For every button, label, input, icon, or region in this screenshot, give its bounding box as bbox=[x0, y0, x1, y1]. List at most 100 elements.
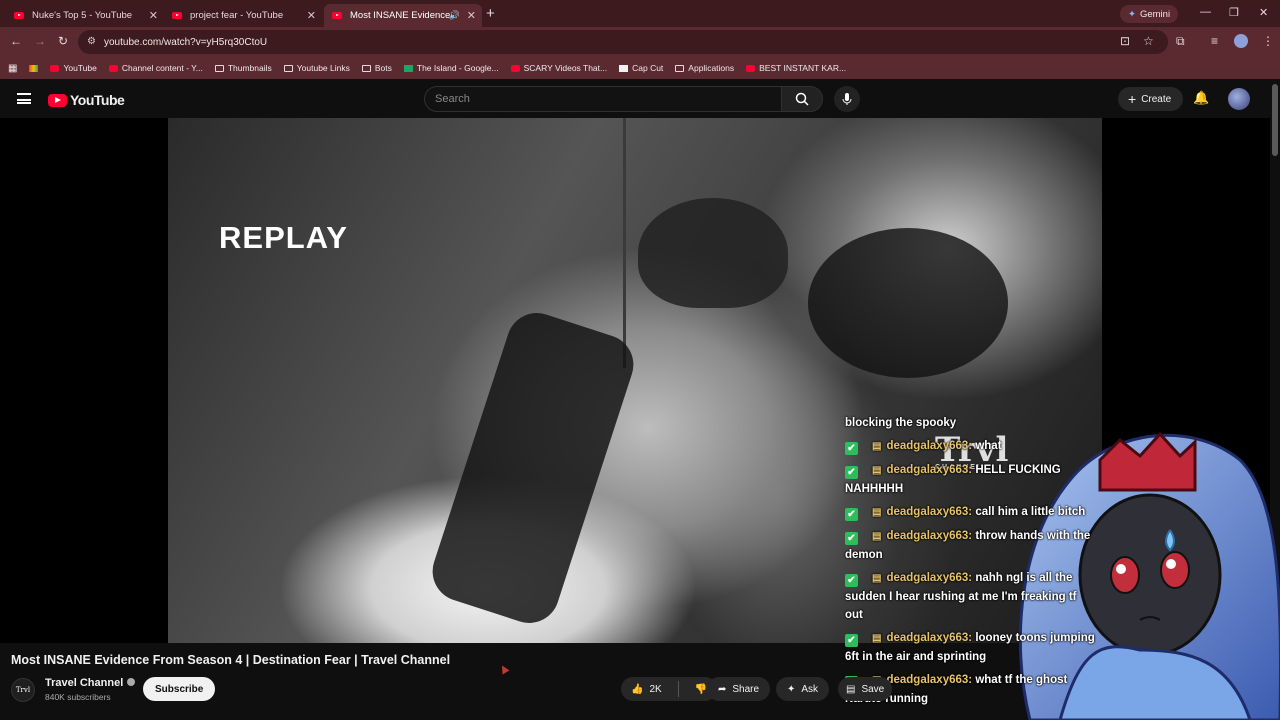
capcut-icon bbox=[619, 64, 629, 72]
extensions-icon[interactable]: ⧉ bbox=[1176, 34, 1185, 49]
search-button[interactable] bbox=[781, 86, 823, 112]
tab-title: Most INSANE Evidence Fro bbox=[350, 10, 450, 21]
chat-username: deadgalaxy663: bbox=[886, 572, 973, 584]
back-icon[interactable]: ← bbox=[10, 34, 22, 48]
gemini-button[interactable]: ✦ Gemini bbox=[1120, 5, 1179, 23]
bookmark-label: SCARY Videos That... bbox=[523, 63, 608, 73]
search-icon bbox=[795, 92, 809, 106]
install-app-icon[interactable]: ⊡ bbox=[1120, 34, 1130, 48]
subscribe-button[interactable]: Subscribe bbox=[143, 677, 216, 701]
chat-badge-icon: ▤ bbox=[872, 573, 882, 584]
profile-avatar-icon[interactable] bbox=[1234, 34, 1248, 48]
close-tab-icon[interactable]: ✕ bbox=[307, 9, 316, 22]
bookmark-youtube-links[interactable]: Youtube Links bbox=[283, 63, 350, 73]
verified-badge-icon bbox=[127, 678, 136, 686]
voice-search-button[interactable] bbox=[834, 86, 860, 112]
search-placeholder: Search bbox=[435, 93, 470, 105]
bookmark-gmail[interactable] bbox=[29, 64, 39, 72]
like-button[interactable]: 👍 2K bbox=[621, 677, 672, 701]
tab-search-icon[interactable]: ≡ bbox=[1211, 34, 1218, 48]
channel-avatar[interactable]: Trvl bbox=[11, 678, 35, 702]
save-button[interactable]: ▤ Save bbox=[838, 677, 893, 701]
close-tab-icon[interactable]: ✕ bbox=[467, 9, 476, 22]
close-tab-icon[interactable]: ✕ bbox=[149, 9, 158, 22]
tab-project-fear[interactable]: project fear - YouTube ✕ bbox=[164, 4, 322, 27]
chat-text: blocking the spooky bbox=[845, 417, 957, 429]
bookmarks-bar: ▦ YouTube Channel content - Y... Thumbna… bbox=[0, 57, 1280, 79]
bookmark-applications[interactable]: Applications bbox=[675, 63, 734, 73]
bookmark-label: Applications bbox=[688, 63, 735, 73]
close-window-icon[interactable]: ✕ bbox=[1259, 6, 1268, 19]
tab-nukes-top-5[interactable]: Nuke's Top 5 - YouTube ✕ bbox=[6, 4, 164, 27]
address-bar[interactable]: ⚙ youtube.com/watch?v=yH5rq30CtoU bbox=[78, 30, 1168, 54]
bookmark-the-island[interactable]: The Island - Google... bbox=[403, 63, 499, 73]
checkmark-icon: ✔ bbox=[845, 574, 858, 587]
youtube-play-logo-icon bbox=[48, 93, 67, 107]
bookmark-scary-videos[interactable]: SCARY Videos That... bbox=[510, 63, 608, 73]
bookmark-thumbnails[interactable]: Thumbnails bbox=[214, 63, 272, 73]
mouse-cursor-icon bbox=[498, 663, 510, 675]
create-label: Create bbox=[1141, 93, 1172, 105]
video-title: Most INSANE Evidence From Season 4 | Des… bbox=[11, 653, 451, 667]
checkmark-icon: ✔ bbox=[845, 532, 858, 545]
bookmark-channel-content[interactable]: Channel content - Y... bbox=[108, 63, 203, 73]
bookmark-label: Thumbnails bbox=[227, 63, 272, 73]
ask-button[interactable]: ✦ Ask bbox=[776, 677, 830, 701]
chat-badge-icon: ▤ bbox=[872, 465, 882, 476]
apps-grid-icon: ▦ bbox=[8, 62, 18, 74]
youtube-logo[interactable]: YouTube bbox=[48, 92, 125, 108]
reload-icon[interactable]: ↻ bbox=[58, 34, 68, 48]
folder-icon bbox=[361, 64, 371, 72]
chat-username: deadgalaxy663: bbox=[886, 674, 973, 686]
checkmark-icon: ✔ bbox=[845, 442, 858, 455]
search-input[interactable]: Search bbox=[424, 86, 782, 112]
bookmark-cap-cut[interactable]: Cap Cut bbox=[619, 63, 663, 73]
tab-most-insane-evidence[interactable]: Most INSANE Evidence Fro 🔊 ✕ bbox=[324, 4, 482, 27]
share-arrow-icon: ➦ bbox=[718, 683, 727, 695]
youtube-icon bbox=[510, 64, 520, 72]
bookmark-youtube[interactable]: YouTube bbox=[50, 63, 97, 73]
folder-icon bbox=[283, 64, 293, 72]
thumbs-down-icon: 👎 bbox=[694, 683, 708, 695]
chat-message: blocking the spooky bbox=[845, 414, 1095, 432]
account-avatar[interactable] bbox=[1228, 88, 1250, 110]
channel-name-link[interactable]: Travel Channel bbox=[45, 677, 136, 689]
maximize-icon[interactable]: ❐ bbox=[1229, 6, 1239, 19]
site-info-icon[interactable]: ⚙ bbox=[87, 36, 96, 47]
chat-username: deadgalaxy663: bbox=[886, 632, 973, 644]
video-scene-figure bbox=[638, 198, 788, 308]
channel-name: Travel Channel bbox=[45, 677, 124, 689]
browser-tab-strip: Nuke's Top 5 - YouTube ✕ project fear - … bbox=[0, 0, 1280, 27]
bookmark-bots[interactable]: Bots bbox=[361, 63, 392, 73]
microphone-icon bbox=[842, 93, 852, 105]
bookmark-apps[interactable]: ▦ bbox=[8, 63, 17, 74]
bookmark-best-instant-kar[interactable]: BEST INSTANT KAR... bbox=[746, 63, 846, 73]
create-button[interactable]: + Create bbox=[1118, 87, 1184, 111]
bookmark-star-icon[interactable]: ☆ bbox=[1143, 34, 1154, 48]
share-button[interactable]: ➦ Share bbox=[707, 677, 771, 701]
like-divider bbox=[677, 681, 679, 697]
minimize-icon[interactable]: — bbox=[1200, 6, 1211, 18]
forward-icon[interactable]: → bbox=[34, 34, 46, 48]
menu-kebab-icon[interactable]: ⋮ bbox=[1262, 34, 1274, 48]
chat-message: ✔ ▤ deadgalaxy663: HELL FUCKING NAHHHHH bbox=[845, 461, 1095, 498]
chat-message: ✔ ▤ deadgalaxy663: throw hands with the de… bbox=[845, 527, 1095, 564]
chat-message: ✔ ▤ deadgalaxy663: looney toons jumping 6f… bbox=[845, 629, 1095, 666]
hamburger-menu-icon[interactable] bbox=[17, 93, 31, 104]
page-scrollbar[interactable] bbox=[1272, 84, 1278, 156]
speaker-icon[interactable]: 🔊 bbox=[449, 10, 460, 21]
chat-badge-icon: ▤ bbox=[872, 633, 882, 644]
bookmark-label: Bots bbox=[374, 63, 392, 73]
chat-message: ✔ ▤ deadgalaxy663: call him a little bitch bbox=[845, 503, 1095, 522]
checkmark-icon: ✔ bbox=[845, 508, 858, 521]
gemini-label: Gemini bbox=[1139, 8, 1171, 20]
chat-username: deadgalaxy663: bbox=[886, 506, 973, 518]
notifications-bell-icon[interactable]: 🔔 bbox=[1193, 90, 1209, 106]
browser-toolbar: ← → ↻ ⚙ youtube.com/watch?v=yH5rq30CtoU … bbox=[0, 27, 1280, 57]
new-tab-button[interactable]: + bbox=[486, 5, 495, 22]
url-text: youtube.com/watch?v=yH5rq30CtoU bbox=[104, 36, 268, 48]
tab-title: project fear - YouTube bbox=[190, 10, 284, 21]
youtube-favicon-icon bbox=[172, 12, 182, 19]
video-scene-line bbox=[623, 118, 626, 368]
sparkle-icon: ✦ bbox=[787, 683, 796, 695]
